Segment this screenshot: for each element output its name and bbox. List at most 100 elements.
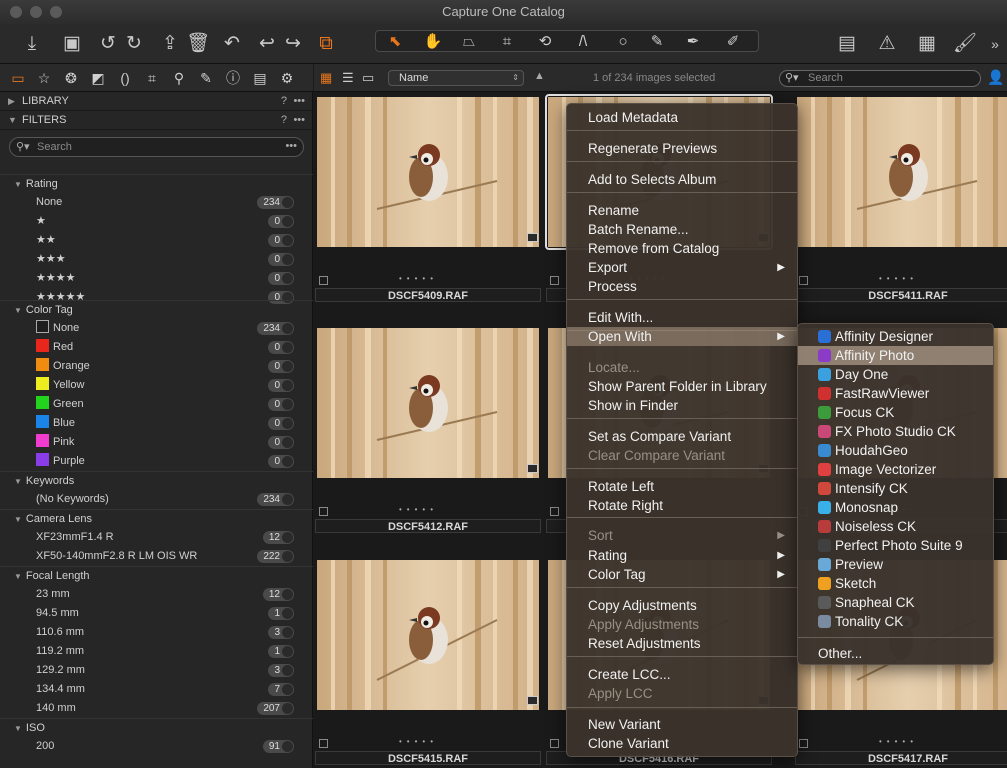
zoom-window-button[interactable]: [50, 6, 62, 18]
open-with-app-item[interactable]: FastRawViewer: [798, 384, 993, 403]
copy-apply-icon[interactable]: ⧉: [314, 32, 338, 56]
library-section-header[interactable]: ▶ LIBRARY ? •••: [0, 92, 313, 111]
menu-item[interactable]: Color Tag ▶: [567, 565, 797, 584]
lens-correction-icon[interactable]: /\: [568, 32, 598, 52]
filters-section-header[interactable]: ▼ FILTERS ? •••: [0, 111, 313, 130]
brush-icon[interactable]: ✎: [642, 32, 672, 52]
open-with-app-item[interactable]: Affinity Photo: [798, 346, 993, 365]
filters-search-input[interactable]: ⚲▾ Search •••: [9, 137, 304, 157]
menu-item[interactable]: Reset Adjustments: [567, 634, 797, 653]
thumbnail-image[interactable]: [797, 97, 1007, 247]
rating-dots[interactable]: •••••: [399, 505, 438, 514]
rating-filter-row[interactable]: ★★ 0: [0, 231, 313, 250]
output-tab-icon[interactable]: ▤: [250, 68, 270, 88]
menu-item[interactable]: Open With ▶: [567, 327, 797, 346]
select-checkbox[interactable]: [799, 739, 808, 748]
open-with-app-item[interactable]: Sketch: [798, 574, 993, 593]
details-tab-icon[interactable]: ⚲: [169, 68, 189, 88]
open-with-app-item[interactable]: Intensify CK: [798, 479, 993, 498]
trash-icon[interactable]: 🗑: [186, 32, 210, 56]
color-tab-icon[interactable]: ❂: [61, 68, 81, 88]
import-icon[interactable]: ⤓: [20, 32, 44, 56]
menu-item[interactable]: Export ▶: [567, 258, 797, 277]
grid-thumbnails-icon[interactable]: ▦: [320, 70, 332, 86]
select-checkbox[interactable]: [550, 507, 559, 516]
reset-icon[interactable]: ↶: [220, 32, 244, 56]
rating-filter-row[interactable]: ★ 0: [0, 212, 313, 231]
color-tag-filter-row[interactable]: Orange 0: [0, 357, 313, 376]
crop-tab-icon[interactable]: ⌗: [142, 68, 162, 88]
exposure-tab-icon[interactable]: ◩: [88, 68, 108, 88]
rating-filter-row[interactable]: None 234: [0, 193, 313, 212]
library-tab-icon[interactable]: ▭: [8, 68, 28, 88]
menu-item[interactable]: Rating ▶: [567, 546, 797, 565]
help-icon[interactable]: ?: [281, 92, 287, 111]
rating-filter-row[interactable]: ★★★ 0: [0, 250, 313, 269]
menu-item[interactable]: Rotate Left: [567, 477, 797, 496]
menu-item[interactable]: Rotate Right: [567, 496, 797, 515]
select-checkbox[interactable]: [550, 739, 559, 748]
menu-item[interactable]: Create LCC...: [567, 665, 797, 684]
menu-item[interactable]: Load Metadata: [567, 108, 797, 127]
open-with-app-item[interactable]: FX Photo Studio CK: [798, 422, 993, 441]
focal-length-filter-row[interactable]: 119.2 mm 1: [0, 642, 313, 661]
menu-item[interactable]: Edit With...: [567, 308, 797, 327]
rating-dots[interactable]: •••••: [879, 737, 918, 746]
thumbnail-image[interactable]: [317, 328, 539, 478]
star-tab-icon[interactable]: ☆: [34, 68, 54, 88]
grid-view-icon[interactable]: ▤: [835, 32, 859, 56]
focal-length-filter-row[interactable]: 129.2 mm 3: [0, 661, 313, 680]
circle-mask-icon[interactable]: ○: [608, 32, 638, 52]
open-with-app-item[interactable]: Focus CK: [798, 403, 993, 422]
paint-brush-icon[interactable]: 🖌: [953, 32, 977, 56]
menu-item[interactable]: Clone Variant: [567, 734, 797, 753]
keystone-icon[interactable]: ⏢: [454, 32, 484, 52]
move-folder-icon[interactable]: ⇪: [158, 32, 182, 56]
open-with-app-item[interactable]: Affinity Designer: [798, 327, 993, 346]
rotate-tool-icon[interactable]: ⟲: [530, 32, 560, 52]
iso-filter-row[interactable]: 200 91: [0, 737, 313, 756]
open-with-app-item[interactable]: Perfect Photo Suite 9: [798, 536, 993, 555]
rating-filter-row[interactable]: ★★★★ 0: [0, 269, 313, 288]
select-checkbox[interactable]: [319, 276, 328, 285]
camera-lens-filter-row[interactable]: XF23mmF1.4 R 12: [0, 528, 313, 547]
menu-item[interactable]: Process: [567, 277, 797, 296]
keywords-group-header[interactable]: ▼ Keywords: [0, 471, 313, 489]
color-tag-filter-row[interactable]: Blue 0: [0, 414, 313, 433]
rating-dots[interactable]: •••••: [399, 737, 438, 746]
user-icon[interactable]: 👤: [987, 69, 1004, 86]
color-tag-filter-row[interactable]: Green 0: [0, 395, 313, 414]
annotate-icon[interactable]: ✐: [718, 32, 748, 52]
menu-item[interactable]: Show in Finder: [567, 396, 797, 415]
crop-icon[interactable]: ⌗: [492, 32, 522, 52]
menu-item[interactable]: Remove from Catalog: [567, 239, 797, 258]
focal-length-filter-row[interactable]: 23 mm 12: [0, 585, 313, 604]
grid-overlay-icon[interactable]: ▦: [915, 32, 939, 56]
color-tag-group-header[interactable]: ▼ Color Tag: [0, 300, 313, 318]
list-view-icon[interactable]: ☰: [342, 70, 354, 86]
focal-length-filter-row[interactable]: 110.6 mm 3: [0, 623, 313, 642]
menu-item[interactable]: Add to Selects Album: [567, 170, 797, 189]
menu-item[interactable]: Show Parent Folder in Library: [567, 377, 797, 396]
info-tab-icon[interactable]: ⓘ: [223, 68, 243, 88]
focal-length-filter-row[interactable]: 140 mm 207: [0, 699, 313, 718]
more-chevron-icon[interactable]: »: [983, 32, 1007, 56]
rating-dots[interactable]: •••••: [399, 274, 438, 283]
more-icon[interactable]: •••: [293, 92, 305, 111]
other-app-item[interactable]: Other...: [798, 644, 993, 663]
more-icon[interactable]: •••: [293, 111, 305, 130]
color-tag-filter-row[interactable]: Pink 0: [0, 433, 313, 452]
color-tag-filter-row[interactable]: None 234: [0, 319, 313, 338]
color-tag-filter-row[interactable]: Purple 0: [0, 452, 313, 471]
focal-length-filter-row[interactable]: 94.5 mm 1: [0, 604, 313, 623]
menu-item[interactable]: Rename: [567, 201, 797, 220]
select-cursor-icon[interactable]: ⬉: [380, 32, 410, 52]
camera-lens-filter-row[interactable]: XF50-140mmF2.8 R LM OIS WR 222: [0, 547, 313, 566]
open-with-app-item[interactable]: Noiseless CK: [798, 517, 993, 536]
color-tag-filter-row[interactable]: Red 0: [0, 338, 313, 357]
focal-length-group-header[interactable]: ▼ Focal Length: [0, 566, 313, 584]
open-with-app-item[interactable]: Preview: [798, 555, 993, 574]
adjustments-tab-icon[interactable]: ✎: [196, 68, 216, 88]
thumbnail-image[interactable]: [317, 97, 539, 247]
select-checkbox[interactable]: [799, 276, 808, 285]
